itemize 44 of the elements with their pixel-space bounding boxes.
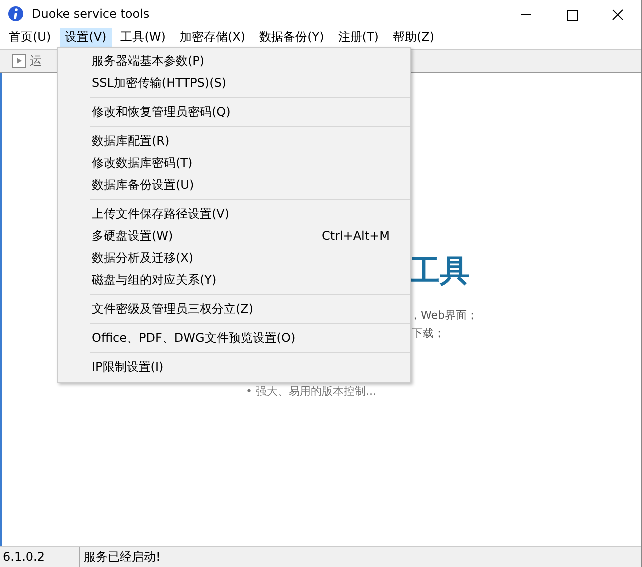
feature-text: ，Web界面； — [410, 308, 478, 323]
entry-label: 修改数据库密码(T) — [92, 154, 194, 172]
status-text: 服务已经启动! — [83, 549, 161, 566]
menu-entry[interactable]: 修改数据库密码(T) — [58, 152, 410, 174]
play-icon — [12, 54, 26, 68]
menu-item[interactable]: 首页(U) — [4, 28, 56, 47]
entry-label: 服务器端基本参数(P) — [92, 52, 206, 70]
menu-item[interactable]: 注册(T) — [333, 28, 384, 47]
entry-label: SSL加密传输(HTTPS)(S) — [92, 74, 228, 92]
menu-entry[interactable]: 文件密级及管理员三权分立(Z) — [58, 298, 410, 320]
menu-item[interactable]: 数据备份(Y) — [254, 28, 330, 47]
menu-item[interactable]: 工具(W) — [116, 28, 171, 47]
menu-entry[interactable]: 磁盘与组的对应关系(Y) — [58, 269, 410, 291]
menu-entry[interactable]: Office、PDF、DWG文件预览设置(O) — [58, 327, 410, 349]
menu-entry[interactable]: IP限制设置(I) — [58, 356, 410, 378]
entry-label: 数据库配置(R) — [92, 132, 171, 150]
entry-label: 文件密级及管理员三权分立(Z) — [92, 300, 255, 318]
entry-label: 磁盘与组的对应关系(Y) — [92, 272, 218, 288]
entry-label: IP限制设置(I) — [92, 358, 165, 376]
entry-label: 数据库备份设置(U) — [92, 176, 196, 194]
menu-item[interactable]: 加密存储(X) — [174, 28, 251, 47]
menu-item[interactable]: 设置(V) — [60, 28, 112, 47]
entry-label: 上传文件保存路径设置(V) — [92, 206, 231, 222]
heading: 工具 — [410, 253, 470, 291]
menu-entry[interactable]: SSL加密传输(HTTPS)(S) — [58, 72, 410, 94]
menu-entry[interactable]: 修改和恢复管理员密码(Q) — [58, 101, 410, 123]
info-icon — [8, 6, 24, 22]
menu-item[interactable]: 帮助(Z) — [388, 28, 440, 47]
menu-entry[interactable]: 服务器端基本参数(P) — [58, 50, 410, 72]
feature-text: 下载； — [412, 326, 445, 341]
version-text: 6.1.0.2 — [0, 547, 80, 567]
menu-entry[interactable]: 数据分析及迁移(X) — [58, 247, 410, 269]
entry-label: 多硬盘设置(W) — [92, 228, 174, 244]
menu-entry[interactable]: 数据库配置(R) — [58, 130, 410, 152]
menu-entry[interactable]: 数据库备份设置(U) — [58, 174, 410, 196]
toolbar-button[interactable]: 运 — [8, 52, 46, 70]
entry-label: 数据分析及迁移(X) — [92, 250, 195, 266]
menu-entry[interactable]: 上传文件保存路径设置(V) — [58, 203, 410, 225]
shortcut-text: Ctrl+Alt+M — [322, 229, 390, 243]
entry-label: Office、PDF、DWG文件预览设置(O) — [92, 330, 297, 346]
window-title: Duoke service tools — [32, 7, 151, 21]
entry-label: 修改和恢复管理员密码(Q) — [92, 104, 232, 120]
feature-text: • 强大、易用的版本控制... — [246, 384, 376, 399]
menu-entry[interactable]: 多硬盘设置(W) Ctrl+Alt+M — [58, 225, 410, 247]
